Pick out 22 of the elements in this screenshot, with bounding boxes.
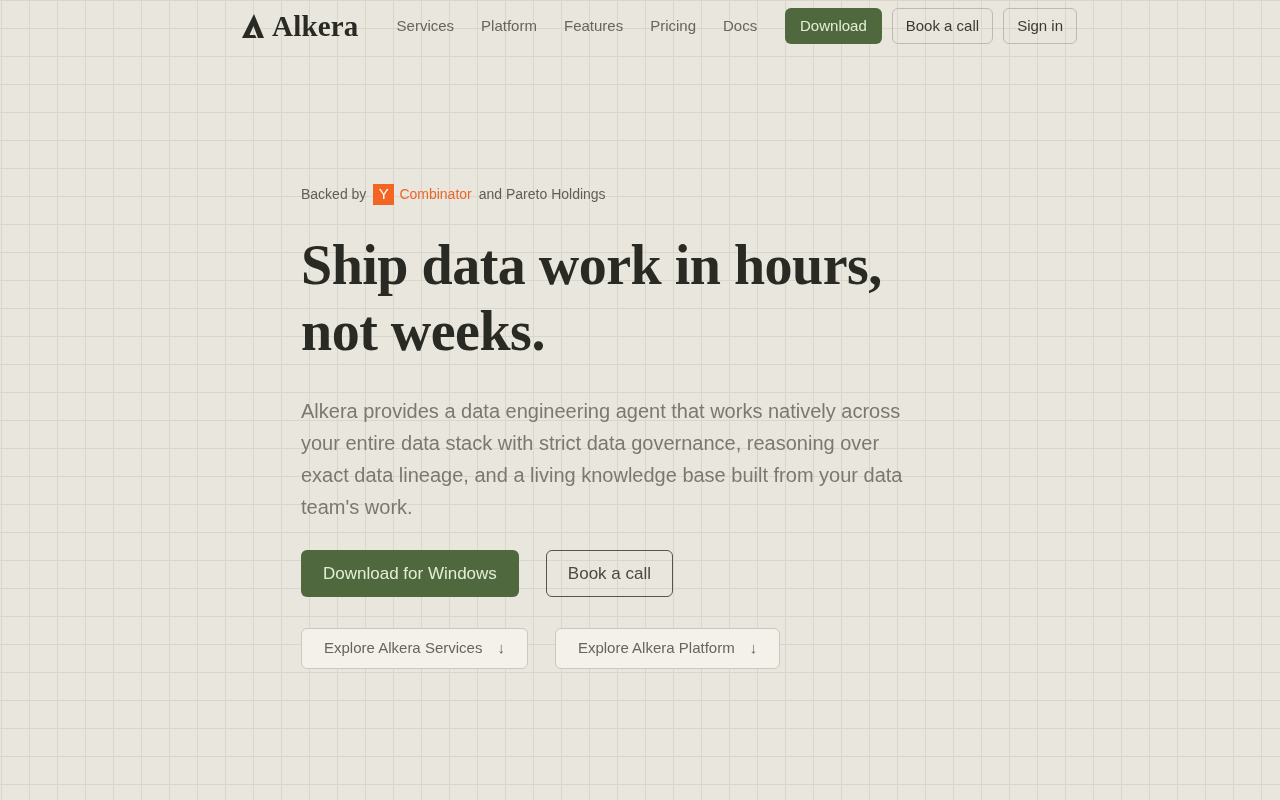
nav-link[interactable]: Platform [481, 14, 537, 38]
header-button[interactable]: Sign in [1003, 8, 1077, 44]
header-button[interactable]: Book a call [891, 8, 994, 44]
nav-link[interactable]: Features [563, 14, 624, 38]
logo-icon [241, 13, 265, 39]
y-badge-icon: Y [373, 183, 395, 205]
backed-by-text: Backed by [301, 184, 367, 204]
logo[interactable]: Alkera [241, 11, 359, 41]
download-windows-button[interactable]: Download for Windows [301, 550, 519, 597]
nav-link[interactable]: Services [396, 14, 455, 38]
explore-button[interactable]: Explore Alkera Platform ↓ [554, 628, 781, 669]
arrow-down-icon: ↓ [497, 637, 505, 660]
nav-link[interactable]: Pricing [650, 14, 697, 38]
combinator-link[interactable]: Combinator [399, 183, 472, 205]
backer-text: and Pareto Holdings [478, 184, 606, 204]
description: Alkera provides a data engineering agent that works natively across your entire data stack with strict data governance, reasoning over exact data lineage, and a living knowledge base built from your data team's work. [301, 399, 904, 520]
download-button[interactable]: Download [785, 8, 882, 44]
arrow-down-icon: ↓ [749, 637, 758, 660]
nav-link[interactable]: Docs [723, 14, 758, 38]
explore-button[interactable]: Explore Alkera Services ↓ [301, 628, 528, 669]
headline: Ship data work in hours, not weeks. [301, 233, 883, 364]
book-call-button[interactable]: Book a call [545, 550, 674, 597]
